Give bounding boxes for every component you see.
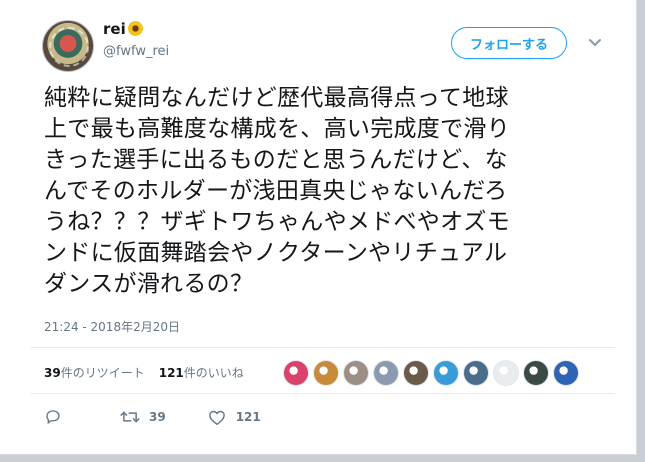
divider bbox=[30, 347, 615, 348]
liker-avatar[interactable] bbox=[493, 360, 519, 386]
reply-button[interactable] bbox=[44, 408, 62, 426]
like-button[interactable]: 121 bbox=[208, 409, 261, 426]
reply-icon bbox=[46, 410, 60, 424]
retweet-stat[interactable]: 39件のリツイート bbox=[44, 364, 145, 381]
liker-avatar[interactable] bbox=[463, 360, 489, 386]
avatar-ring bbox=[49, 27, 89, 67]
tweet-line: 上で最も高難度な構成を、高い完成度で滑り bbox=[44, 116, 510, 142]
avatar[interactable] bbox=[42, 20, 94, 72]
liker-avatar[interactable] bbox=[553, 360, 579, 386]
user-handle[interactable]: @fwfw_rei bbox=[103, 44, 169, 59]
liker-avatar[interactable] bbox=[523, 360, 549, 386]
liker-avatar[interactable] bbox=[343, 360, 369, 386]
display-name[interactable]: rei bbox=[103, 20, 143, 38]
retweet-button[interactable]: 39 bbox=[120, 408, 166, 426]
liker-avatars bbox=[283, 360, 579, 386]
engagement-stats: 39件のリツイート 121件のいいね bbox=[44, 364, 244, 381]
tweet-line: ダンスが滑れるの？ bbox=[44, 271, 254, 297]
retweet-icon bbox=[120, 411, 140, 423]
like-stat-count: 121 bbox=[158, 366, 184, 380]
liker-avatar[interactable] bbox=[283, 360, 309, 386]
tweet-timestamp[interactable]: 21:24 - 2018年2月20日 bbox=[44, 318, 180, 335]
action-bar: 39 121 bbox=[44, 408, 261, 426]
divider bbox=[30, 393, 615, 394]
window-shadow-bottom bbox=[0, 455, 645, 462]
like-stat-label: 件のいいね bbox=[183, 366, 244, 380]
chevron-down-icon[interactable] bbox=[588, 38, 602, 48]
display-name-text: rei bbox=[103, 20, 126, 38]
sunflower-icon bbox=[127, 21, 143, 36]
like-count: 121 bbox=[235, 410, 261, 424]
liker-avatar[interactable] bbox=[403, 360, 429, 386]
tweet-line: きった選手に出るものだと思うんだけど、な bbox=[44, 147, 508, 173]
tweet-line: んでそのホルダーが浅田真央じゃないんだろ bbox=[44, 178, 508, 204]
heart-icon bbox=[208, 410, 225, 425]
like-stat[interactable]: 121件のいいね bbox=[159, 364, 244, 381]
follow-button[interactable]: フォローする bbox=[451, 27, 567, 59]
liker-avatar[interactable] bbox=[433, 360, 459, 386]
tweet-line: 純粋に疑問なんだけど歴代最高得点って地球 bbox=[44, 85, 509, 111]
tweet-text: 純粋に疑問なんだけど歴代最高得点って地球 上で最も高難度な構成を、高い完成度で滑… bbox=[44, 83, 614, 300]
retweet-stat-count: 39 bbox=[44, 366, 61, 380]
window-shadow-right bbox=[637, 0, 645, 462]
retweet-stat-label: 件のリツイート bbox=[60, 366, 145, 380]
liker-avatar[interactable] bbox=[313, 360, 339, 386]
tweet-line: うね？？？ザギトワちゃんやメドべやオズモ bbox=[44, 209, 510, 235]
tweet-line: ンドに仮面舞踏会やノクターンやリチュアル bbox=[44, 240, 508, 266]
retweet-count: 39 bbox=[149, 410, 166, 424]
liker-avatar[interactable] bbox=[373, 360, 399, 386]
tweet-card: rei @fwfw_rei フォローする 純粋に疑問なんだけど歴代最高得点って地… bbox=[0, 0, 637, 455]
